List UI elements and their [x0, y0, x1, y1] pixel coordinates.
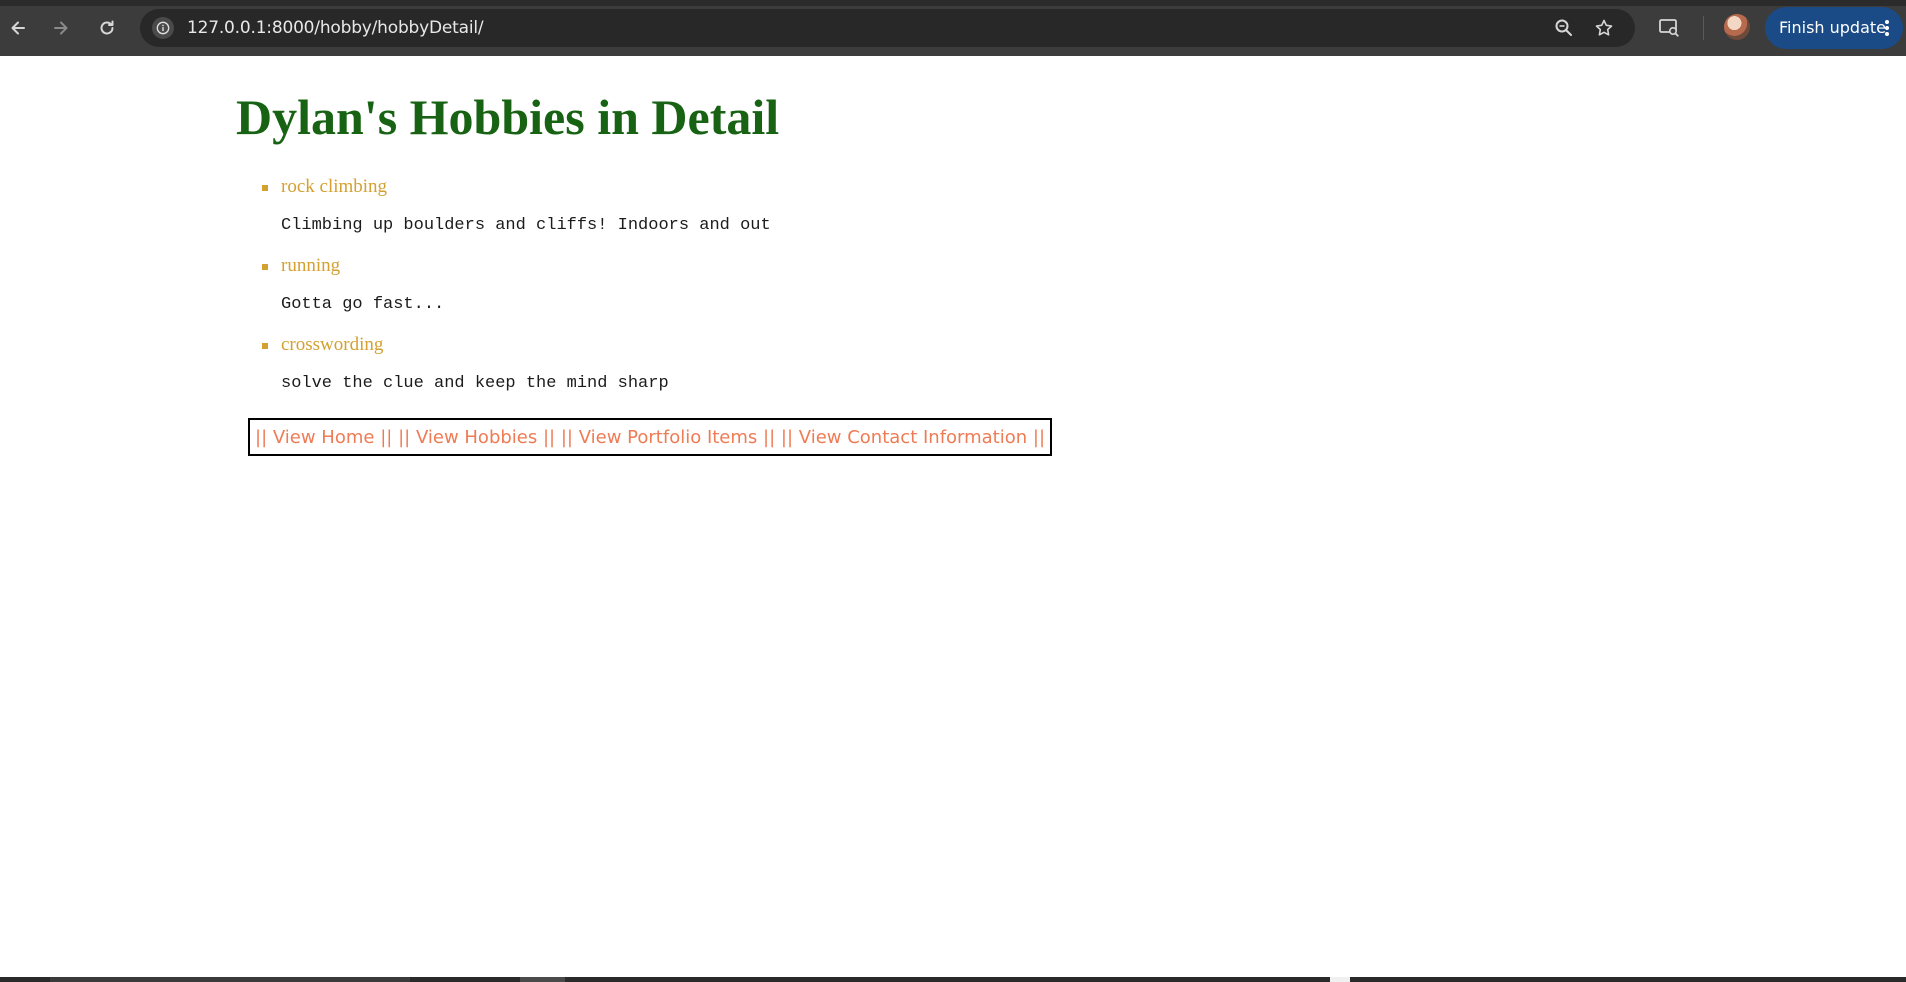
list-item: rock climbing Climbing up boulders and c… — [262, 176, 1062, 255]
nav-link-contact[interactable]: || View Contact Information || — [781, 427, 1045, 448]
list-item: running Gotta go fast... — [262, 255, 1062, 334]
reload-button[interactable] — [89, 10, 125, 46]
more-menu-icon[interactable] — [1885, 20, 1889, 36]
forward-arrow-icon — [54, 21, 68, 35]
square-bullet-icon — [262, 343, 268, 349]
square-bullet-icon — [262, 185, 268, 191]
site-nav: || View Home || || View Hobbies || || Vi… — [248, 418, 1053, 456]
taskbar-edge — [0, 977, 1906, 982]
hobby-description: solve the clue and keep the mind sharp — [281, 374, 669, 393]
nav-link-portfolio[interactable]: || View Portfolio Items || — [561, 427, 775, 448]
page-title: Dylan's Hobbies in Detail — [236, 89, 780, 145]
hobby-name: rock climbing — [281, 176, 388, 197]
hobby-name: crosswording — [281, 334, 384, 355]
tab-strip-edge — [0, 0, 1906, 6]
url-text[interactable]: 127.0.0.1:8000/hobby/hobbyDetail/ — [187, 9, 484, 47]
hobby-name: running — [281, 255, 341, 276]
nav-link-hobbies[interactable]: || View Hobbies || — [398, 427, 555, 448]
finish-update-label: Finish update — [1779, 18, 1887, 37]
hobby-list: rock climbing Climbing up boulders and c… — [262, 176, 1062, 413]
media-search-icon[interactable] — [1658, 16, 1680, 38]
reload-icon — [100, 20, 114, 35]
square-bullet-icon — [262, 264, 268, 270]
list-item: crosswording solve the clue and keep the… — [262, 334, 1062, 413]
profile-avatar[interactable] — [1724, 14, 1750, 40]
toolbar-divider — [1703, 16, 1704, 40]
hobby-description: Climbing up boulders and cliffs! Indoors… — [281, 216, 771, 235]
back-arrow-icon — [11, 21, 25, 35]
site-info-icon[interactable] — [152, 17, 174, 39]
nav-link-home[interactable]: || View Home || — [255, 427, 392, 448]
address-bar[interactable]: 127.0.0.1:8000/hobby/hobbyDetail/ — [140, 9, 1635, 47]
forward-button[interactable] — [43, 10, 79, 46]
zoom-icon[interactable] — [1553, 17, 1575, 39]
browser-toolbar: 127.0.0.1:8000/hobby/hobbyDetail/ Finish… — [0, 0, 1906, 56]
back-button[interactable] — [0, 10, 36, 46]
bookmark-star-icon[interactable] — [1593, 17, 1615, 39]
finish-update-button[interactable]: Finish update — [1765, 7, 1903, 49]
hobby-description: Gotta go fast... — [281, 295, 445, 314]
